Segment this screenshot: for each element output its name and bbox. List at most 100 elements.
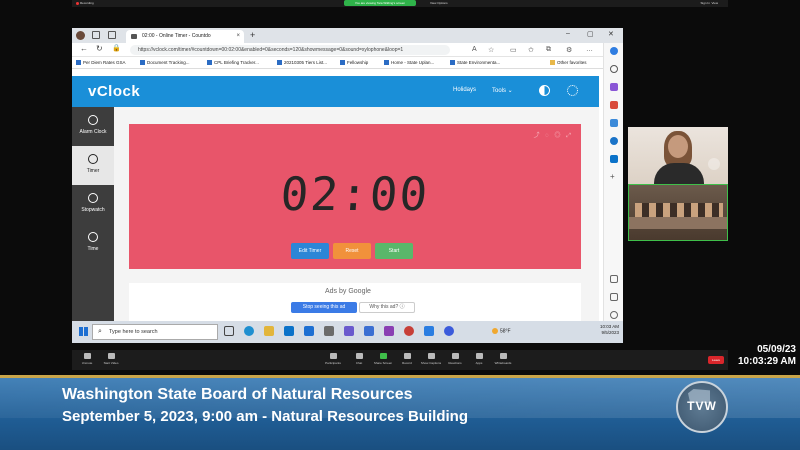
participants-button[interactable]: Participants <box>320 353 346 365</box>
tools-icon[interactable] <box>610 101 618 109</box>
broadcast-date: 05/09/23 <box>757 344 796 355</box>
other-favorites-folder[interactable]: Other favorites <box>550 59 587 67</box>
signin-link[interactable]: Sign In <box>701 1 710 5</box>
broadcast-time: 10:03:29 AM <box>738 356 796 367</box>
favorite-link[interactable]: Per Diem Rates GSA <box>76 59 126 67</box>
minimize-icon[interactable]: – <box>566 30 570 37</box>
show-captions-button[interactable]: Show Captions <box>418 353 444 365</box>
windows-start-icon[interactable] <box>79 327 88 336</box>
favorite-star-icon[interactable]: ☆ <box>488 46 494 54</box>
sidebar-item-alarm-clock[interactable]: Alarm Clock <box>72 107 114 146</box>
new-tab-button[interactable]: + <box>250 29 255 42</box>
panel-tools-icons[interactable]: ⤴ ◌ ◎ ⤢ <box>534 130 573 140</box>
tab-bar: 02:00 - Online Timer - Countdo × + – ▢ ✕ <box>72 28 623 43</box>
theme-toggle-icon[interactable] <box>539 85 550 96</box>
profile-avatar[interactable] <box>76 31 85 40</box>
onenote-icon[interactable] <box>384 326 394 336</box>
app-icon[interactable] <box>444 326 454 336</box>
start-button[interactable]: Start <box>375 243 413 259</box>
workspaces-icon[interactable] <box>92 31 100 39</box>
favorite-link[interactable]: Document Tracking... <box>140 59 190 67</box>
outlook-taskbar-icon[interactable] <box>284 326 294 336</box>
room-video-tile[interactable] <box>628 184 728 241</box>
taskbar-search-input[interactable]: ⌕ Type here to search <box>92 324 218 340</box>
vclock-logo[interactable]: vClock <box>88 83 140 100</box>
sidebar-settings-icon[interactable] <box>610 311 618 319</box>
unmute-button[interactable]: Unmute <box>74 353 100 365</box>
outlook-icon[interactable] <box>610 155 618 163</box>
tab-actions-icon[interactable] <box>108 31 116 39</box>
weather-widget[interactable]: 58°F <box>492 328 511 334</box>
why-this-ad-button[interactable]: Why this ad? ⓘ <box>359 302 415 313</box>
leave-button[interactable]: Leave <box>708 356 724 364</box>
collections-icon[interactable]: ⧉ <box>546 46 551 54</box>
chat-button[interactable]: Chat <box>346 353 372 365</box>
sidebar-item-time[interactable]: Time <box>72 224 114 263</box>
office-icon[interactable] <box>610 137 618 145</box>
tools-menu[interactable]: Tools ⌄ <box>492 87 513 94</box>
chrome-icon[interactable] <box>404 326 414 336</box>
share-screen-button[interactable]: Share Screen <box>370 353 396 365</box>
banner-title: Washington State Board of Natural Resour… <box>62 386 413 403</box>
url-field[interactable]: https://vclock.com/timer/#countdown=00:0… <box>130 45 450 55</box>
favorite-link[interactable]: 20210305 Tiers List... <box>277 59 327 67</box>
app-icon[interactable] <box>424 326 434 336</box>
whiteboards-button[interactable]: Whiteboards <box>490 353 516 365</box>
split-screen-icon[interactable]: ▭ <box>510 46 517 54</box>
participants-icon <box>329 353 337 359</box>
word-icon[interactable] <box>304 326 314 336</box>
favorites-icon[interactable]: ✩ <box>528 46 534 54</box>
stop-seeing-ad-button[interactable]: Stop seeing this ad <box>291 302 357 313</box>
bing-chat-icon[interactable] <box>610 47 618 55</box>
favorite-link[interactable]: Home - State Uplan... <box>384 59 434 67</box>
whiteboard-icon <box>499 353 507 359</box>
reset-button[interactable]: Reset <box>333 243 371 259</box>
file-explorer-icon[interactable] <box>264 326 274 336</box>
holidays-link[interactable]: Holidays <box>453 87 476 93</box>
add-icon[interactable]: + <box>610 173 618 181</box>
search-icon: ⌕ <box>98 328 102 335</box>
back-icon[interactable]: ← <box>80 44 88 53</box>
maximize-icon[interactable]: ▢ <box>587 30 594 38</box>
reactions-button[interactable]: Reactions <box>442 353 468 365</box>
apps-button[interactable]: Apps <box>466 353 492 365</box>
recording-dot-icon <box>76 1 79 5</box>
edge-icon[interactable] <box>244 326 254 336</box>
sidebar-item-timer[interactable]: Timer <box>72 146 114 185</box>
favorite-favicon-icon <box>450 60 455 66</box>
app-icon[interactable] <box>324 326 334 336</box>
view-button[interactable]: View <box>712 1 718 5</box>
external-link-icon[interactable] <box>610 293 618 301</box>
close-window-icon[interactable]: ✕ <box>608 30 614 38</box>
games-icon[interactable] <box>610 119 618 127</box>
settings-gear-icon[interactable] <box>567 85 578 96</box>
favorite-link[interactable]: Fellowship <box>340 59 368 67</box>
refresh-icon[interactable]: ↻ <box>96 44 103 53</box>
system-clock[interactable]: 10:03 AM 9/5/2023 <box>600 324 619 336</box>
task-view-icon[interactable] <box>224 326 234 336</box>
favorite-link[interactable]: CPL Briefing Tracker... <box>207 59 259 67</box>
close-tab-icon[interactable]: × <box>236 30 240 43</box>
edit-timer-button[interactable]: Edit Timer <box>291 243 329 259</box>
timer-icon <box>88 154 98 164</box>
view-options-button[interactable]: View Options <box>430 0 448 7</box>
zoom-app-icon[interactable] <box>364 326 374 336</box>
ad-panel: Ads by Google Stop seeing this ad Why th… <box>129 283 581 321</box>
record-button[interactable]: Record <box>394 353 420 365</box>
participant-video-tile[interactable] <box>628 127 728 184</box>
shopping-icon[interactable] <box>610 83 618 91</box>
timer-panel: ⤴ ◌ ◎ ⤢ 02:00 Edit Timer Reset Start <box>129 124 581 269</box>
more-icon[interactable]: … <box>586 46 593 53</box>
teams-icon[interactable] <box>344 326 354 336</box>
extensions-icon[interactable]: ⚙ <box>566 46 572 54</box>
search-icon[interactable] <box>610 65 618 73</box>
browser-tab[interactable]: 02:00 - Online Timer - Countdo × <box>126 30 244 43</box>
read-aloud-icon[interactable]: A <box>472 46 477 53</box>
mic-status-icon <box>708 158 720 170</box>
favorites-bar: Per Diem Rates GSA Document Tracking... … <box>72 57 623 69</box>
sidebar-item-stopwatch[interactable]: Stopwatch <box>72 185 114 224</box>
sidebar-layout-icon[interactable] <box>610 275 618 283</box>
favorite-link[interactable]: State Environmenta... <box>450 59 500 67</box>
start-video-button[interactable]: Start Video <box>98 353 124 365</box>
lock-icon: 🔒 <box>112 45 121 52</box>
